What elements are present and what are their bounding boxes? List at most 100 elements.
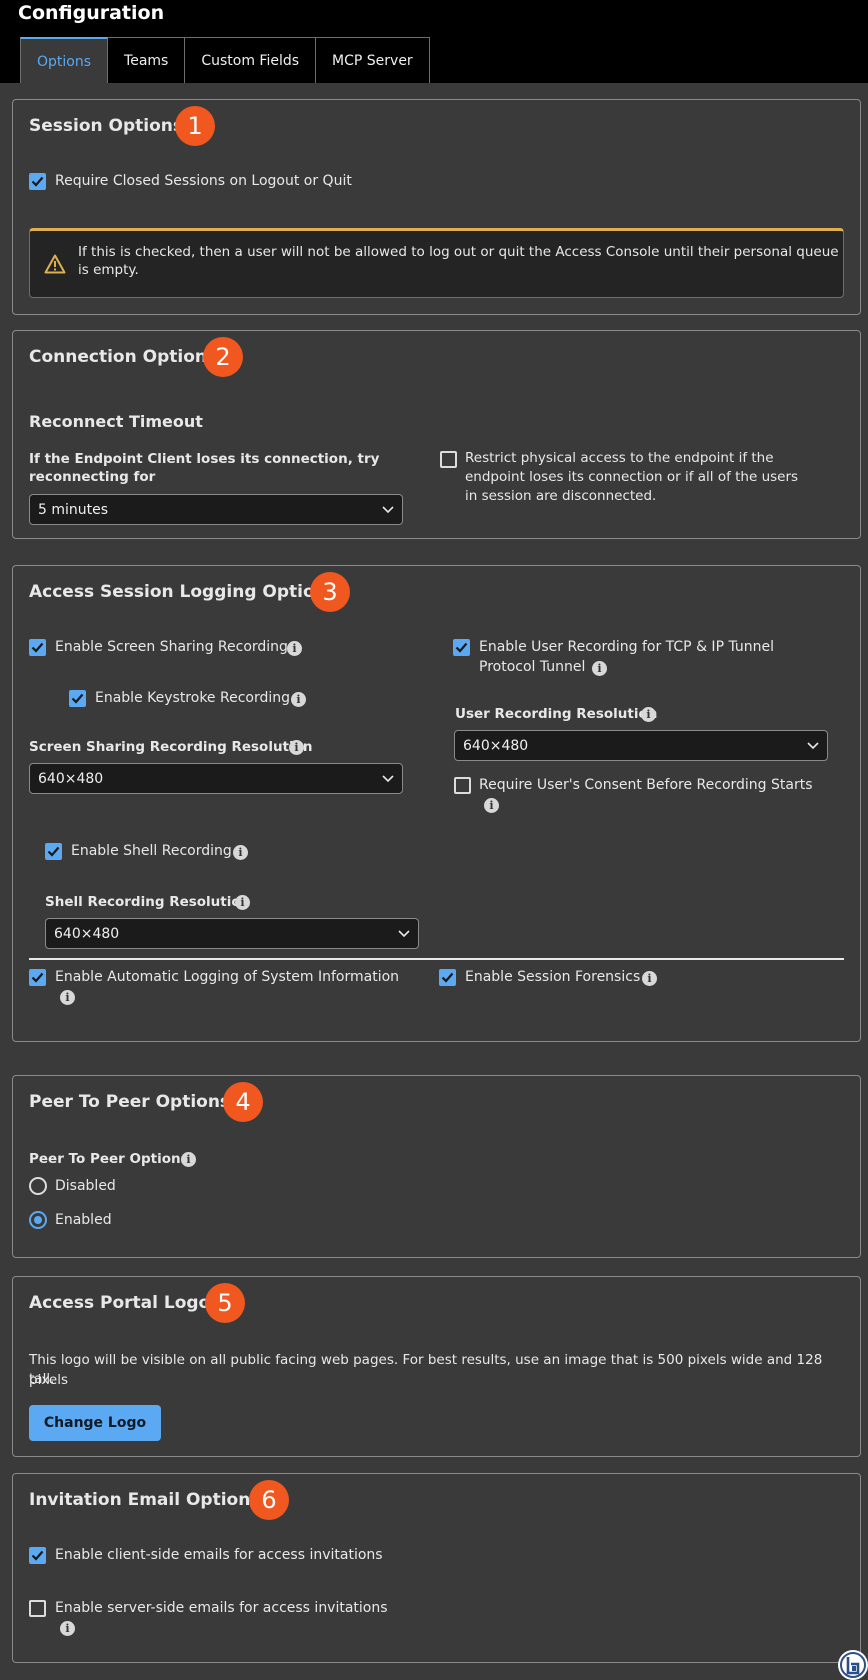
keystroke-recording-checkbox[interactable] [69,690,86,707]
shell-recording-resolution-select[interactable]: 640×480 [45,918,419,949]
screen-sharing-recording-checkbox[interactable] [29,639,46,656]
session-forensics-checkbox[interactable] [439,969,456,986]
field-label: User Recording Resolution [455,706,658,722]
checkbox-label: Enable Session Forensics [465,969,641,985]
check-icon [455,642,468,653]
chevron-down-icon [382,505,394,513]
info-icon[interactable]: i [60,990,75,1005]
auto-logging-checkbox[interactable] [29,969,46,986]
tab-custom-fields[interactable]: Custom Fields [185,37,317,83]
reconnect-timeout-select[interactable]: 5 minutes [29,494,403,525]
check-icon [31,972,44,983]
screen-recording-resolution-select[interactable]: 640×480 [29,763,403,794]
change-logo-button[interactable]: Change Logo [29,1405,161,1441]
step-badge: 2 [203,337,243,377]
panel-title: Session Options [29,116,184,136]
p2p-disabled-radio[interactable] [29,1177,47,1195]
radio-label: Disabled [55,1178,116,1194]
info-icon[interactable]: i [235,895,250,910]
require-closed-sessions-checkbox[interactable] [29,173,46,190]
step-badge: 1 [175,106,215,146]
restrict-access-checkbox[interactable] [440,451,457,468]
invitation-email-panel: Invitation Email Options 6 Enable client… [12,1473,861,1663]
warning-alert: If this is checked, then a user will not… [29,228,844,298]
logo-description-line1: This logo will be visible on all public … [29,1352,823,1388]
options-content: Session Options 1 Require Closed Session… [0,83,868,1680]
logo-description-line2: tall. [29,1371,55,1387]
chevron-down-icon [807,741,819,749]
warning-text-line1: If this is checked, then a user will not… [78,244,839,260]
select-value: 640×480 [54,925,120,942]
warning-text-line2: is empty. [78,262,139,278]
tab-teams[interactable]: Teams [108,37,186,83]
radio-label: Enabled [55,1212,112,1228]
page-title: Configuration [18,2,165,24]
portal-logo-panel: Access Portal Logo 5 This logo will be v… [12,1276,861,1457]
checkbox-label-line2: Protocol Tunnel [479,659,586,675]
panel-title: Access Session Logging Options [29,582,337,602]
checkbox-label: Enable Shell Recording [71,843,232,859]
logging-options-panel: Access Session Logging Options 3 Enable … [12,565,861,1042]
tab-options[interactable]: Options [20,37,109,84]
checkbox-label: Enable client-side emails for access inv… [55,1547,383,1563]
reconnect-label-line2: reconnecting for [29,469,156,485]
chevron-down-icon [382,774,394,782]
section-divider [29,958,844,960]
shell-recording-checkbox[interactable] [45,843,62,860]
client-side-emails-checkbox[interactable] [29,1547,46,1564]
panel-title: Peer To Peer Options [29,1092,231,1112]
check-icon [71,693,84,704]
user-consent-checkbox[interactable] [454,777,471,794]
step-badge: 6 [249,1480,289,1520]
check-icon [31,176,44,187]
step-badge: 4 [223,1082,263,1122]
panel-title: Access Portal Logo [29,1293,211,1313]
brand-logo-icon [838,1650,868,1680]
reconnect-timeout-heading: Reconnect Timeout [29,412,203,431]
tab-bar: Options Teams Custom Fields MCP Server [20,37,430,84]
info-icon[interactable]: i [641,707,656,722]
select-value: 640×480 [38,770,104,787]
checkbox-label: Require User's Consent Before Recording … [479,777,813,793]
checkbox-label: Enable Screen Sharing Recording [55,639,288,655]
info-icon[interactable]: i [592,661,607,676]
checkbox-label: Enable server-side emails for access inv… [55,1600,388,1616]
restrict-label-line3: in session are disconnected. [465,488,657,504]
user-recording-resolution-select[interactable]: 640×480 [454,730,828,761]
chevron-down-icon [398,929,410,937]
panel-title: Connection Options [29,347,218,367]
restrict-label-line2: endpoint loses its connection or if all … [465,469,799,485]
checkbox-label: Enable Keystroke Recording [95,690,291,706]
info-icon[interactable]: i [287,641,302,656]
checkbox-label-line1: Enable User Recording for TCP & IP Tunne… [479,639,775,655]
user-recording-checkbox[interactable] [453,639,470,656]
info-icon[interactable]: i [484,798,499,813]
info-icon[interactable]: i [642,971,657,986]
check-icon [31,642,44,653]
connection-options-panel: Connection Options 2 Reconnect Timeout I… [12,330,861,539]
tab-mcp-server[interactable]: MCP Server [316,37,430,83]
check-icon [441,972,454,983]
select-value: 640×480 [463,737,529,754]
check-icon [31,1550,44,1561]
step-badge: 5 [205,1283,245,1323]
info-icon[interactable]: i [233,845,248,860]
info-icon[interactable]: i [291,692,306,707]
restrict-label-line1: Restrict physical access to the endpoint… [465,450,774,466]
step-badge: 3 [310,572,350,612]
checkbox-label: Require Closed Sessions on Logout or Qui… [55,173,352,189]
server-side-emails-checkbox[interactable] [29,1600,46,1617]
info-icon[interactable]: i [181,1152,196,1167]
warning-icon [44,254,66,274]
info-icon[interactable]: i [60,1621,75,1636]
field-label: Screen Sharing Recording Resolution [29,739,313,755]
checkbox-label: Enable Automatic Logging of System Infor… [55,969,400,985]
field-label: Shell Recording Resolution [45,894,251,910]
p2p-enabled-radio[interactable] [29,1211,47,1229]
panel-title: Invitation Email Options [29,1490,261,1510]
info-icon[interactable]: i [289,740,304,755]
check-icon [47,846,60,857]
reconnect-label-line1: If the Endpoint Client loses its connect… [29,451,380,467]
p2p-options-panel: Peer To Peer Options 4 Peer To Peer Opti… [12,1075,861,1258]
session-options-panel: Session Options 1 Require Closed Session… [12,99,861,315]
